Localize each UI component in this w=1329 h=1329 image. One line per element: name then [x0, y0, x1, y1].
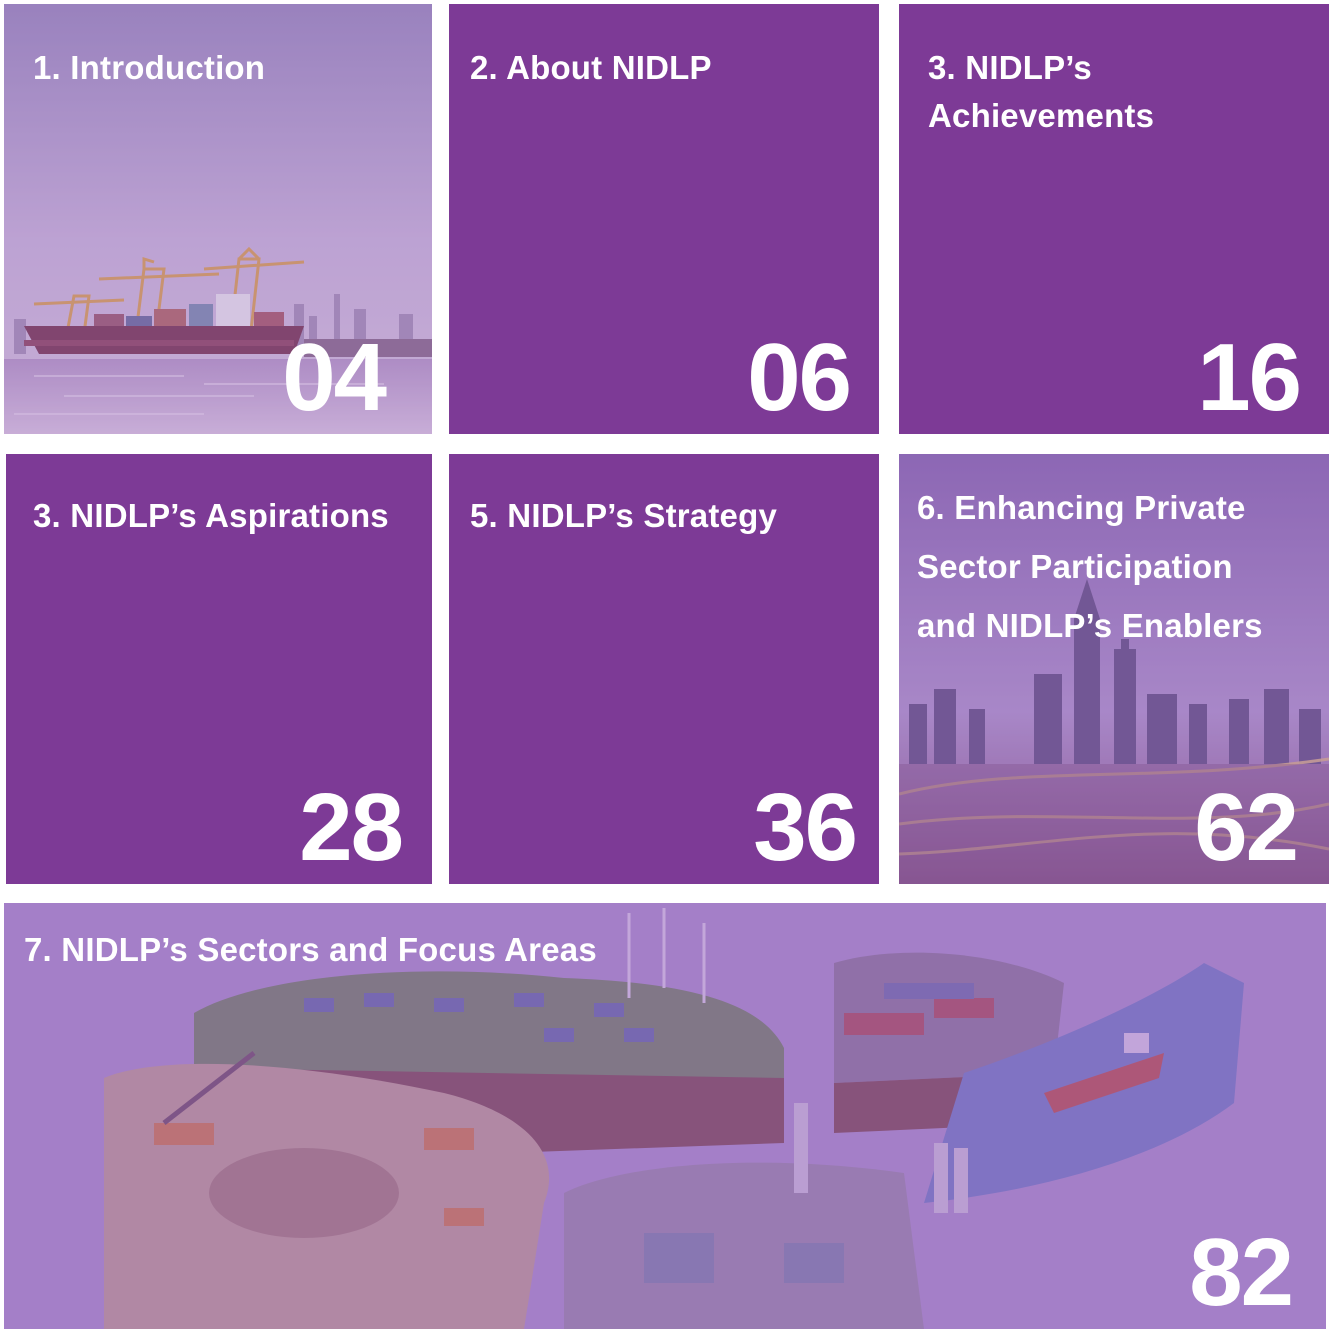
toc-tile-about-nidlp[interactable]: 2. About NIDLP 06 — [449, 4, 879, 434]
section-title: 2. About NIDLP — [470, 49, 712, 86]
page-number: 82 — [1189, 1219, 1294, 1326]
toc-tile-achievements[interactable]: 3. NIDLP’s Achievements 16 — [899, 4, 1329, 434]
section-title-line: and NIDLP’s Enablers — [917, 607, 1263, 644]
toc-tile-private-sector[interactable]: 6. Enhancing Private Sector Participatio… — [899, 454, 1329, 884]
page-number: 62 — [1194, 774, 1299, 881]
section-title: 1. Introduction — [33, 49, 266, 86]
page-number: 04 — [282, 324, 387, 431]
section-title: 3. NIDLP’s Aspirations — [33, 497, 389, 534]
page-number: 16 — [1197, 324, 1302, 431]
section-title-line: Sector Participation — [917, 548, 1233, 585]
section-title: 7. NIDLP’s Sectors and Focus Areas — [24, 931, 597, 968]
toc-tile-introduction[interactable]: 1. Introduction 04 — [4, 4, 432, 434]
page-number: 36 — [753, 774, 858, 881]
page-number: 28 — [299, 774, 404, 881]
section-title-line: 6. Enhancing Private — [917, 489, 1246, 526]
section-title-line: 3. NIDLP’s — [928, 49, 1092, 86]
section-title: 5. NIDLP’s Strategy — [470, 497, 778, 534]
toc-tile-strategy[interactable]: 5. NIDLP’s Strategy 36 — [449, 454, 879, 884]
page-number: 06 — [747, 324, 852, 431]
section-title: 3. NIDLP’s Achievements — [928, 44, 1154, 140]
section-title-line: Achievements — [928, 97, 1155, 134]
section-title: 6. Enhancing Private Sector Participatio… — [917, 478, 1263, 655]
toc-tile-aspirations[interactable]: 3. NIDLP’s Aspirations 28 — [6, 454, 432, 884]
toc-tile-sectors-focus-areas[interactable]: 7. NIDLP’s Sectors and Focus Areas 82 — [4, 903, 1326, 1329]
